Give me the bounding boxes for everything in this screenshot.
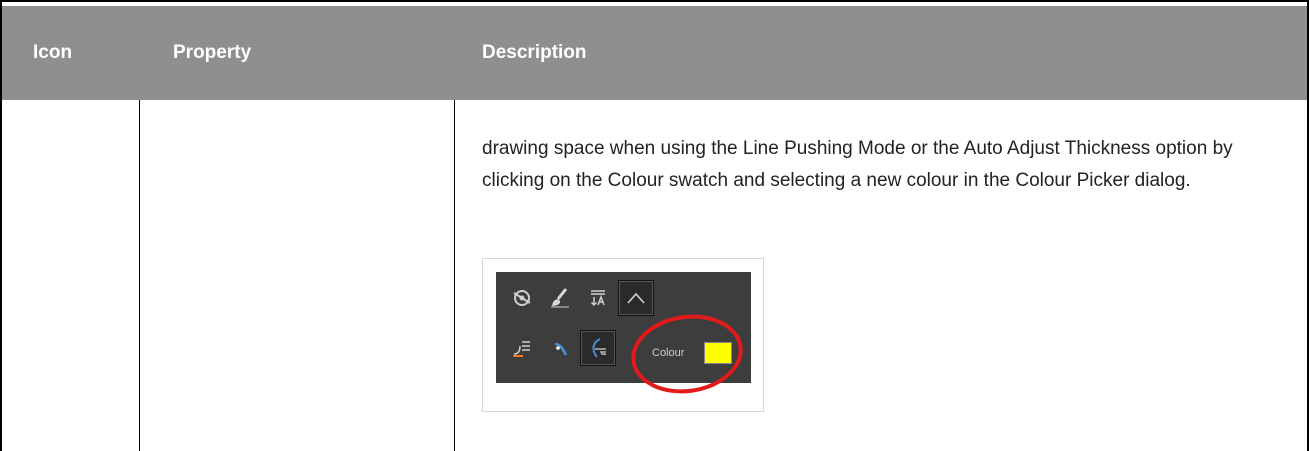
- table-header: Icon Property Description: [2, 6, 1307, 100]
- row-description: drawing space when using the Line Pushin…: [482, 138, 1233, 191]
- text-align-icon[interactable]: [580, 280, 616, 316]
- rotate-lock-icon[interactable]: [504, 280, 540, 316]
- line-pushing-icon[interactable]: [504, 330, 540, 366]
- header-property: Property: [173, 42, 252, 63]
- column-divider-2: [454, 100, 455, 451]
- line-thickness-icon[interactable]: [580, 330, 616, 366]
- caret-up-icon[interactable]: [618, 280, 654, 316]
- auto-adjust-icon[interactable]: [542, 330, 578, 366]
- brush-smooth-icon[interactable]: [542, 280, 578, 316]
- header-description: Description: [482, 42, 587, 63]
- header-icon: Icon: [33, 42, 73, 63]
- column-divider-1: [139, 100, 140, 451]
- tool-properties-screenshot: Colour: [482, 258, 764, 412]
